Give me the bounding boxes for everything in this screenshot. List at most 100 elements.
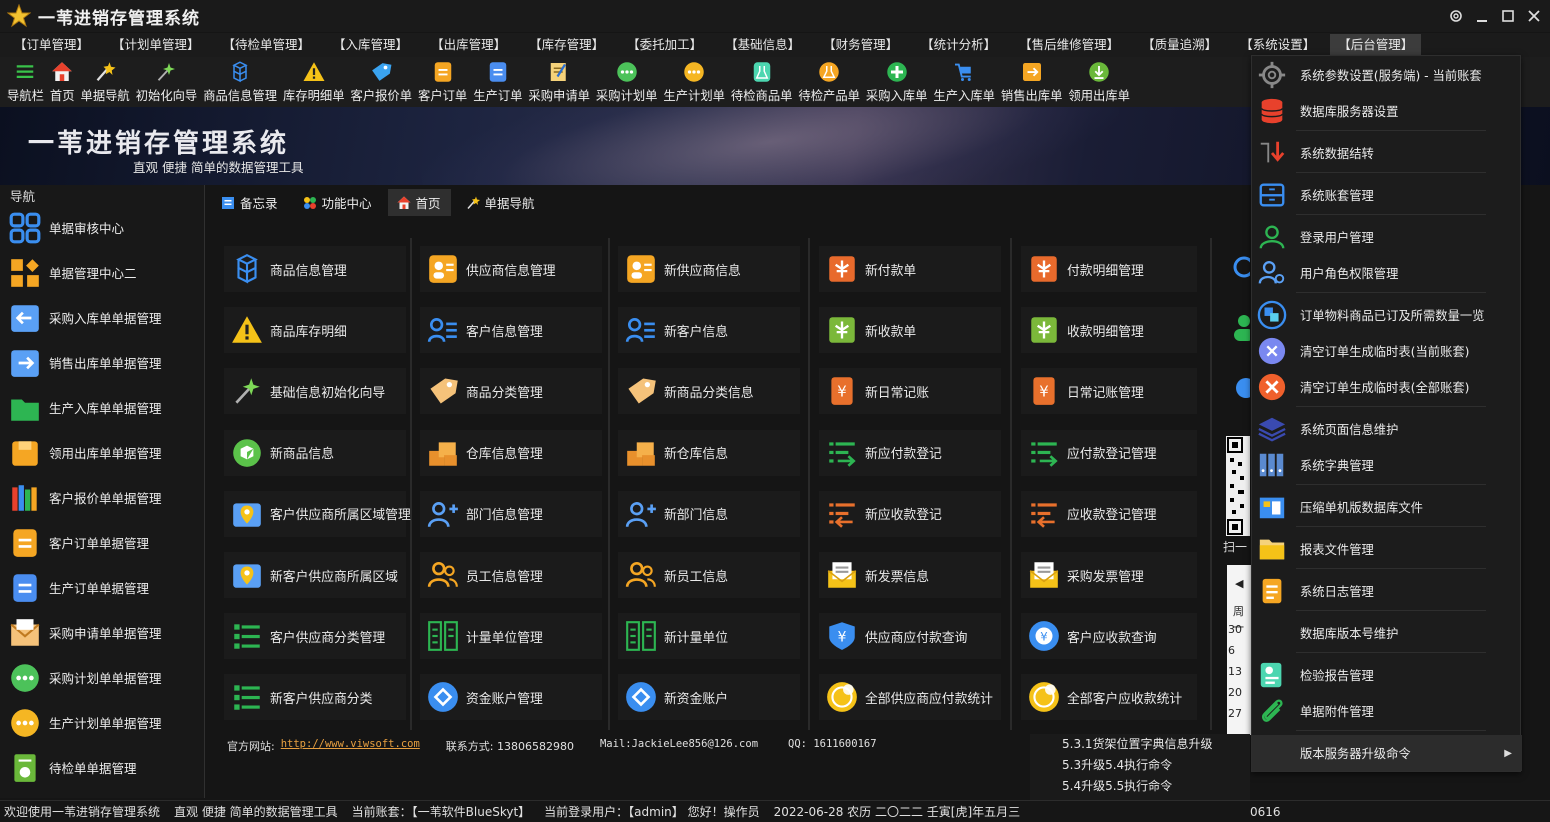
dropdown-item-17[interactable]: 版本服务器升级命令 ▶ [1252, 735, 1522, 771]
function-tile-0-5[interactable]: 新客户供应商所属区域 [224, 552, 406, 598]
nav-item-10[interactable]: 采购计划单单据管理 [0, 655, 205, 700]
function-tile-1-4[interactable]: 部门信息管理 [420, 490, 602, 537]
nav-item-3[interactable]: 销售出库单单据管理 [0, 340, 205, 385]
toolbar-button-5[interactable]: 库存明细单 [280, 57, 348, 107]
toolbar-button-3[interactable]: 初始化向导 [133, 57, 201, 107]
dropdown-item-9[interactable]: 系统页面信息维护 [1252, 411, 1522, 447]
dropdown-item-0[interactable]: 系统参数设置(服务端) - 当前账套 [1252, 57, 1522, 93]
menu-item-6[interactable]: 【委托加工】 [619, 34, 710, 56]
function-tile-2-7[interactable]: 新资金账户 [618, 674, 800, 721]
dropdown-item-14[interactable]: 数据库版本号维护 [1252, 615, 1522, 651]
nav-item-8[interactable]: 生产订单单据管理 [0, 565, 205, 610]
toolbar-button-14[interactable]: 采购入库单 [863, 57, 931, 107]
function-tile-4-5[interactable]: 采购发票管理 [1021, 552, 1197, 598]
function-tile-3-4[interactable]: 新应收款登记 [819, 490, 1001, 537]
close-icon[interactable] [1520, 0, 1548, 32]
dropdown-item-16[interactable]: 单据附件管理 [1252, 693, 1522, 729]
function-tile-0-2[interactable]: 基础信息初始化向导 [224, 368, 406, 415]
menu-item-12[interactable]: 【系统设置】 [1232, 34, 1323, 56]
toolbar-button-0[interactable]: 导航栏 [4, 57, 47, 107]
submenu-item-0[interactable]: 5.3.1货架位置字典信息升级 [1030, 734, 1250, 755]
toolbar-button-9[interactable]: 采购申请单 [525, 57, 593, 107]
dropdown-item-1[interactable]: 数据库服务器设置 [1252, 93, 1522, 129]
toolbar-button-13[interactable]: 待检产品单 [795, 57, 863, 107]
menu-item-10[interactable]: 【售后维修管理】 [1011, 34, 1127, 56]
calendar-day[interactable]: 6 [1228, 644, 1235, 657]
calendar-day[interactable]: 20 [1228, 686, 1242, 699]
nav-item-4[interactable]: 生产入库单单据管理 [0, 385, 205, 430]
function-tile-3-0[interactable]: 新付款单 [819, 246, 1001, 292]
function-tile-3-3[interactable]: 新应付款登记 [819, 429, 1001, 476]
function-tile-1-3[interactable]: 仓库信息管理 [420, 429, 602, 476]
function-tile-3-5[interactable]: 新发票信息 [819, 552, 1001, 598]
minimize-icon[interactable] [1468, 0, 1496, 32]
toolbar-button-10[interactable]: 采购计划单 [593, 57, 661, 107]
function-tile-1-0[interactable]: 供应商信息管理 [420, 246, 602, 292]
menu-item-13[interactable]: 【后台管理】 [1330, 34, 1422, 56]
nav-item-11[interactable]: 生产计划单单据管理 [0, 700, 205, 745]
function-tile-3-2[interactable]: ¥ 新日常记账 [819, 368, 1001, 415]
calendar-widget[interactable]: ◀ 周一 30 6 13 20 27 [1227, 565, 1251, 735]
calendar-day[interactable]: 27 [1228, 707, 1242, 720]
tab-0[interactable]: 备忘录 [212, 189, 288, 216]
nav-item-7[interactable]: 客户订单单据管理 [0, 520, 205, 565]
dropdown-item-11[interactable]: 压缩单机版数据库文件 [1252, 489, 1522, 525]
nav-item-1[interactable]: 单据管理中心二 [0, 250, 205, 295]
dropdown-item-6[interactable]: 订单物料商品已订及所需数量一览 [1252, 297, 1522, 333]
toolbar-button-16[interactable]: 销售出库单 [998, 57, 1066, 107]
nav-item-5[interactable]: 领用出库单单据管理 [0, 430, 205, 475]
function-tile-1-2[interactable]: 商品分类管理 [420, 368, 602, 415]
function-tile-0-3[interactable]: 新商品信息 [224, 429, 406, 476]
tab-2[interactable]: 首页 [387, 189, 451, 216]
function-tile-0-4[interactable]: 客户供应商所属区域管理 [224, 490, 411, 537]
website-link[interactable]: http://www.viwsoft.com [281, 738, 420, 754]
submenu-item-2[interactable]: 5.4升级5.5执行命令 [1030, 776, 1250, 797]
toolbar-button-1[interactable]: 首页 [47, 57, 78, 107]
submenu-item-1[interactable]: 5.3升级5.4执行命令 [1030, 755, 1250, 776]
dropdown-item-13[interactable]: 系统日志管理 [1252, 573, 1522, 609]
nav-item-2[interactable]: 采购入库单单据管理 [0, 295, 205, 340]
toolbar-button-17[interactable]: 领用出库单 [1065, 57, 1133, 107]
calendar-prev-icon[interactable]: ◀ [1235, 577, 1243, 590]
function-tile-2-1[interactable]: 新客户信息 [618, 307, 800, 354]
toolbar-button-4[interactable]: 商品信息管理 [200, 57, 280, 107]
menu-item-4[interactable]: 【出库管理】 [423, 34, 514, 56]
dropdown-item-5[interactable]: 用户角色权限管理 [1252, 255, 1522, 291]
function-tile-2-5[interactable]: 新员工信息 [618, 552, 800, 598]
toolbar-button-8[interactable]: 生产订单 [470, 57, 525, 107]
menu-item-3[interactable]: 【入库管理】 [325, 34, 416, 56]
function-tile-3-7[interactable]: 全部供应商应付款统计 [819, 674, 1001, 721]
function-tile-1-5[interactable]: 员工信息管理 [420, 552, 602, 598]
nav-item-9[interactable]: 采购申请单单据管理 [0, 610, 205, 655]
calendar-day[interactable]: 13 [1228, 665, 1242, 678]
toolbar-button-11[interactable]: 生产计划单 [660, 57, 728, 107]
function-tile-2-0[interactable]: 新供应商信息 [618, 246, 800, 292]
function-tile-0-0[interactable]: 商品信息管理 [224, 246, 406, 292]
menu-item-2[interactable]: 【待检单管理】 [215, 34, 319, 56]
menu-item-11[interactable]: 【质量追溯】 [1134, 34, 1225, 56]
menu-item-8[interactable]: 【财务管理】 [815, 34, 906, 56]
function-tile-2-6[interactable]: 新计量单位 [618, 613, 800, 660]
tab-3[interactable]: 单据导航 [457, 189, 545, 216]
function-tile-1-1[interactable]: 客户信息管理 [420, 307, 602, 354]
function-tile-4-0[interactable]: 付款明细管理 [1021, 246, 1197, 292]
nav-item-12[interactable]: 待检单单据管理 [0, 745, 205, 790]
toolbar-button-12[interactable]: 待检商品单 [728, 57, 796, 107]
dropdown-item-8[interactable]: 清空订单生成临时表(全部账套) [1252, 369, 1522, 405]
calendar-day[interactable]: 30 [1228, 623, 1242, 636]
function-tile-2-2[interactable]: 新商品分类信息 [618, 368, 800, 415]
dropdown-item-2[interactable]: 系统数据结转 [1252, 135, 1522, 171]
toolbar-button-6[interactable]: 客户报价单 [348, 57, 416, 107]
dropdown-item-10[interactable]: 系统字典管理 [1252, 447, 1522, 483]
function-tile-0-1[interactable]: 商品库存明细 [224, 307, 406, 354]
function-tile-4-7[interactable]: 全部客户应收款统计 [1021, 674, 1197, 721]
dropdown-item-15[interactable]: 检验报告管理 [1252, 657, 1522, 693]
menu-item-7[interactable]: 【基础信息】 [717, 34, 808, 56]
dropdown-item-7[interactable]: 清空订单生成临时表(当前账套) [1252, 333, 1522, 369]
function-tile-3-1[interactable]: 新收款单 [819, 307, 1001, 354]
toolbar-button-2[interactable]: 单据导航 [78, 57, 133, 107]
function-tile-3-6[interactable]: ¥ 供应商应付款查询 [819, 613, 1001, 660]
nav-item-0[interactable]: 单据审核中心 [0, 205, 205, 250]
function-tile-0-7[interactable]: 新客户供应商分类 [224, 674, 406, 721]
function-tile-1-6[interactable]: 计量单位管理 [420, 613, 602, 660]
